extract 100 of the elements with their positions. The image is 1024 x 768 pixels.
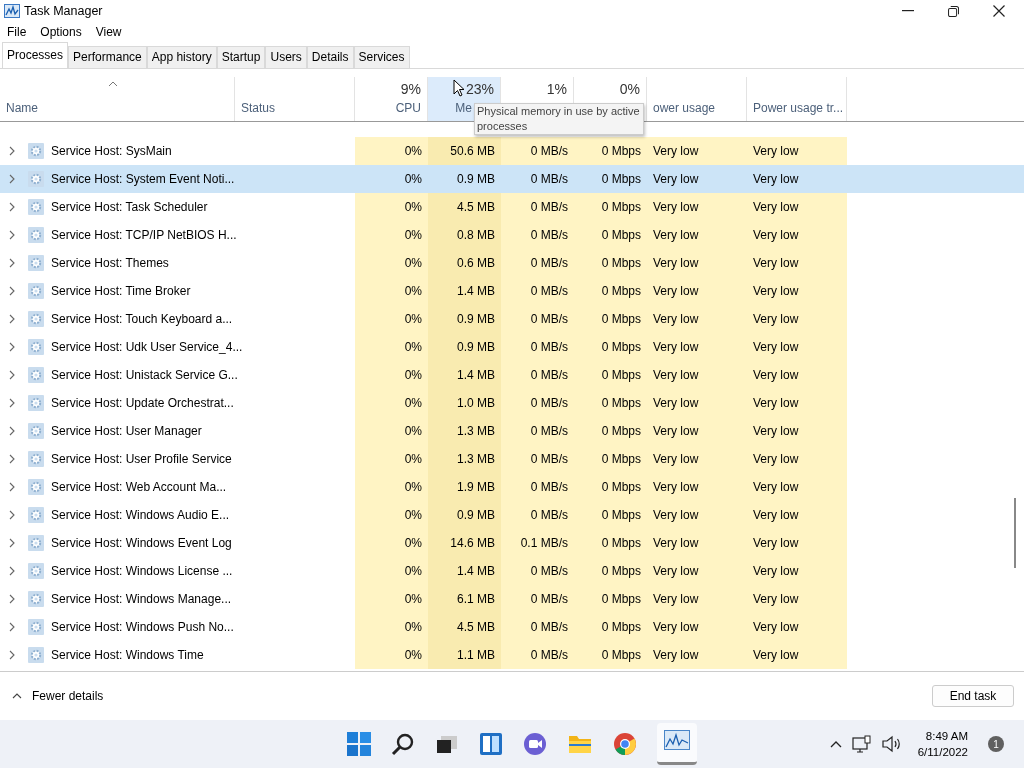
- table-cell: 1.1 MB: [428, 641, 501, 669]
- menu-item[interactable]: File: [7, 25, 27, 39]
- process-row[interactable]: Service Host: SysMain 0% 50.6 MB 0 MB/s 0 Mbps Very low Very low: [0, 137, 1024, 165]
- process-row[interactable]: Service Host: Web Account Ma... 0% 1.9 MB 0 MB/s 0 Mbps Very low Very low: [0, 473, 1024, 501]
- clock-date[interactable]: 6/11/2022: [917, 744, 968, 760]
- process-row[interactable]: Service Host: Udk User Service_4... 0% 0.9 MB 0 MB/s 0 Mbps Very low Very low: [0, 333, 1024, 361]
- table-cell: 0 Mbps: [574, 473, 647, 501]
- expand-chevron-icon[interactable]: [9, 230, 15, 240]
- table-cell-text: 0%: [403, 171, 423, 188]
- column-header[interactable]: Name: [0, 77, 235, 121]
- tab[interactable]: Users: [265, 46, 307, 68]
- process-row[interactable]: Service Host: TCP/IP NetBIOS H... 0% 0.8 MB 0 MB/s 0 Mbps Very low Very low: [0, 221, 1024, 249]
- process-row[interactable]: Service Host: Windows Audio E... 0% 0.9 MB 0 MB/s 0 Mbps Very low Very low: [0, 501, 1024, 529]
- expand-chevron-icon[interactable]: [9, 286, 15, 296]
- table-cell: 0 MB/s: [501, 417, 574, 445]
- process-row[interactable]: Service Host: Task Scheduler 0% 4.5 MB 0 MB/s 0 Mbps Very low Very low: [0, 193, 1024, 221]
- column-header[interactable]: ower usage: [647, 77, 747, 121]
- widgets-icon[interactable]: [479, 732, 503, 756]
- menu-item[interactable]: Options: [40, 25, 82, 39]
- process-row[interactable]: Service Host: Windows Time 0% 1.1 MB 0 MB/s 0 Mbps Very low Very low: [0, 641, 1024, 669]
- tab[interactable]: Processes: [2, 42, 69, 68]
- table-cell: Very low: [747, 445, 847, 473]
- process-row[interactable]: Service Host: Time Broker 0% 1.4 MB 0 MB/s 0 Mbps Very low Very low: [0, 277, 1024, 305]
- table-cell: 0.1 MB/s: [501, 529, 574, 557]
- expand-chevron-icon[interactable]: [9, 370, 15, 380]
- table-cell: Very low: [647, 305, 747, 333]
- tab[interactable]: Startup: [216, 46, 266, 68]
- process-name: Service Host: Themes: [51, 256, 169, 270]
- close-icon[interactable]: [993, 5, 1005, 17]
- process-row[interactable]: Service Host: Touch Keyboard a... 0% 0.9 MB 0 MB/s 0 Mbps Very low Very low: [0, 305, 1024, 333]
- expand-chevron-icon[interactable]: [9, 146, 15, 156]
- process-row[interactable]: Service Host: Windows Push No... 0% 4.5 MB 0 MB/s 0 Mbps Very low Very low: [0, 613, 1024, 641]
- gear-icon: [28, 451, 44, 467]
- table-cell: 0%: [355, 501, 428, 529]
- expand-chevron-icon[interactable]: [9, 650, 15, 660]
- menu-item[interactable]: View: [95, 25, 122, 39]
- table-cell: 0%: [355, 333, 428, 361]
- expand-chevron-icon[interactable]: [9, 566, 15, 576]
- table-cell: 0 Mbps: [574, 529, 647, 557]
- process-row[interactable]: Service Host: Update Orchestrat... 0% 1.0 MB 0 MB/s 0 Mbps Very low Very low: [0, 389, 1024, 417]
- maximize-icon[interactable]: [948, 5, 959, 17]
- table-cell: Very low: [647, 277, 747, 305]
- process-name: Service Host: Time Broker: [51, 284, 191, 298]
- process-row[interactable]: Service Host: User Profile Service 0% 1.3 MB 0 MB/s 0 Mbps Very low Very low: [0, 445, 1024, 473]
- start-icon[interactable]: [347, 732, 371, 756]
- process-row[interactable]: Service Host: Unistack Service G... 0% 1.4 MB 0 MB/s 0 Mbps Very low Very low: [0, 361, 1024, 389]
- expand-chevron-icon[interactable]: [9, 174, 15, 184]
- network-icon[interactable]: [851, 735, 872, 753]
- table-cell: Very low: [647, 473, 747, 501]
- gear-icon: [28, 367, 44, 383]
- table-cell: 0 MB/s: [501, 445, 574, 473]
- fewer-details-link[interactable]: Fewer details: [12, 689, 104, 703]
- process-row[interactable]: Service Host: User Manager 0% 1.3 MB 0 MB/s 0 Mbps Very low Very low: [0, 417, 1024, 445]
- expand-chevron-icon[interactable]: [9, 538, 15, 548]
- tab[interactable]: App history: [146, 46, 217, 68]
- tab[interactable]: Performance: [68, 46, 147, 68]
- minimize-icon[interactable]: [902, 10, 914, 12]
- expand-chevron-icon[interactable]: [9, 314, 15, 324]
- speaker-icon[interactable]: [881, 735, 902, 753]
- process-name: Service Host: Touch Keyboard a...: [51, 312, 233, 326]
- table-cell: 0 MB/s: [501, 585, 574, 613]
- end-task-button[interactable]: End task: [932, 685, 1014, 707]
- table-cell: 0 Mbps: [574, 613, 647, 641]
- notification-badge[interactable]: 1: [988, 736, 1004, 752]
- expand-chevron-icon[interactable]: [9, 426, 15, 436]
- taskbar-app-button[interactable]: [657, 723, 697, 765]
- expand-chevron-icon[interactable]: [9, 454, 15, 464]
- scrollbar-thumb[interactable]: [1014, 498, 1016, 568]
- table-cell: 0 MB/s: [501, 361, 574, 389]
- table-cell-text: 0.9 MB: [456, 171, 496, 188]
- browser-icon[interactable]: [613, 732, 637, 756]
- expand-chevron-icon[interactable]: [9, 622, 15, 632]
- tab[interactable]: Details: [306, 46, 354, 68]
- column-header[interactable]: Status: [235, 77, 355, 121]
- chat-icon[interactable]: [523, 732, 547, 756]
- expand-chevron-icon[interactable]: [9, 398, 15, 408]
- table-cell: Very low: [747, 389, 847, 417]
- process-row[interactable]: Service Host: Windows Event Log 0% 14.6 MB 0.1 MB/s 0 Mbps Very low Very low: [0, 529, 1024, 557]
- process-name: Service Host: Windows Audio E...: [51, 508, 230, 522]
- table-cell: 0 MB/s: [501, 333, 574, 361]
- expand-chevron-icon[interactable]: [9, 342, 15, 352]
- process-name: Service Host: Windows Time: [51, 648, 204, 662]
- process-row[interactable]: Service Host: System Event Noti... 0% 0.9 MB 0 MB/s 0 Mbps Very low Very low: [0, 165, 1024, 193]
- process-row[interactable]: Service Host: Windows Manage... 0% 6.1 MB 0 MB/s 0 Mbps Very low Very low: [0, 585, 1024, 613]
- tab[interactable]: Services: [353, 46, 410, 68]
- table-cell: 0%: [355, 305, 428, 333]
- expand-chevron-icon[interactable]: [9, 594, 15, 604]
- clock-time[interactable]: 8:49 AM: [925, 728, 968, 744]
- search-icon[interactable]: [391, 732, 415, 756]
- expand-chevron-icon[interactable]: [9, 202, 15, 212]
- expand-chevron-icon[interactable]: [9, 510, 15, 520]
- chevron-up-icon[interactable]: [829, 740, 842, 748]
- table-cell: Very low: [747, 529, 847, 557]
- table-cell: 0 MB/s: [501, 277, 574, 305]
- column-header[interactable]: Power usage tr...: [747, 77, 847, 121]
- process-row[interactable]: Service Host: Windows License ... 0% 1.4 MB 0 MB/s 0 Mbps Very low Very low: [0, 557, 1024, 585]
- process-row[interactable]: Service Host: Themes 0% 0.6 MB 0 MB/s 0 Mbps Very low Very low: [0, 249, 1024, 277]
- expand-chevron-icon[interactable]: [9, 482, 15, 492]
- table-cell: Very low: [647, 501, 747, 529]
- expand-chevron-icon[interactable]: [9, 258, 15, 268]
